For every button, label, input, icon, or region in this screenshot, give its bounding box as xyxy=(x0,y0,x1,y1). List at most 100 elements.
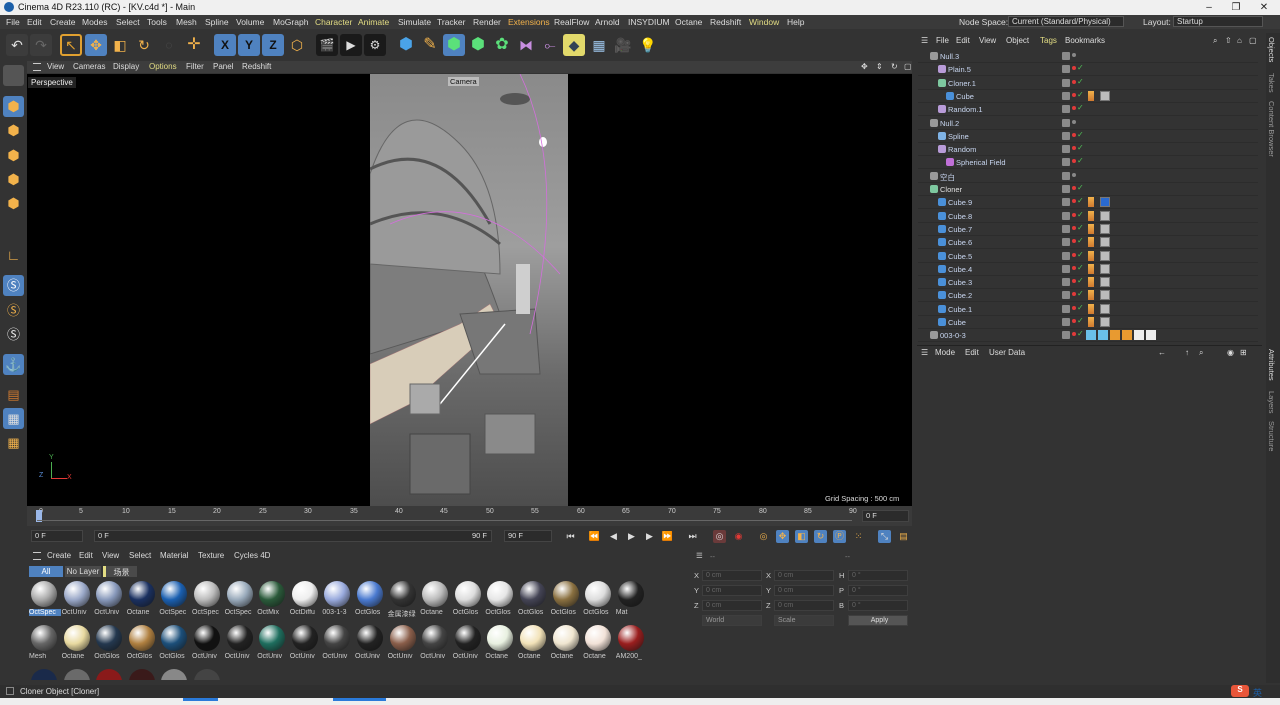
go-to-end-icon[interactable]: ⏭ xyxy=(686,530,699,543)
layer-toggle-icon[interactable] xyxy=(1062,131,1070,140)
visibility-dot-icon[interactable] xyxy=(1072,319,1076,323)
layer-toggle-icon[interactable] xyxy=(1062,304,1070,313)
obj-menu-file[interactable]: File xyxy=(936,36,949,45)
object-row[interactable]: Cube.2 ✓ xyxy=(918,289,1258,303)
material-swatch[interactable]: OctUniv xyxy=(453,624,483,666)
x-axis-lock-icon[interactable]: X xyxy=(214,34,236,56)
snap-settings-icon[interactable]: Ⓢ xyxy=(3,300,24,321)
mat-menu-edit[interactable]: Edit xyxy=(79,551,93,560)
filter-scene-tab[interactable]: 场景 xyxy=(103,566,137,577)
vp-move-icon[interactable]: ✥ xyxy=(861,62,868,71)
enabled-check-icon[interactable]: ✓ xyxy=(1077,90,1084,99)
material-swatch-partial[interactable] xyxy=(192,668,222,680)
preview-range-field[interactable]: 0 F xyxy=(94,530,492,542)
mat-menu-texture[interactable]: Texture xyxy=(198,551,224,560)
object-row[interactable]: 空白 xyxy=(918,170,1258,183)
attr-menu-mode[interactable]: Mode xyxy=(935,348,955,357)
close-icon[interactable]: ✕ xyxy=(1250,0,1278,15)
phong-tag-icon[interactable] xyxy=(1088,303,1094,314)
visibility-dot-icon[interactable] xyxy=(1072,305,1076,310)
object-row[interactable]: Null.2 xyxy=(918,117,1258,130)
layer-toggle-icon[interactable] xyxy=(1062,78,1070,87)
coords-hamburger-icon[interactable]: ☰ xyxy=(696,551,703,560)
visibility-dot-icon[interactable] xyxy=(1072,66,1076,71)
visibility-dot-icon[interactable] xyxy=(1072,119,1076,124)
side-tab-objects[interactable]: Objects xyxy=(1267,37,1276,62)
object-row[interactable]: Random.1 ✓ xyxy=(918,103,1258,117)
material-swatch[interactable]: Mesh xyxy=(29,624,59,666)
menu-tools[interactable]: Tools xyxy=(147,17,167,27)
enabled-check-icon[interactable]: ✓ xyxy=(1077,263,1084,272)
menu-modes[interactable]: Modes xyxy=(82,17,108,27)
layer-toggle-icon[interactable] xyxy=(1062,185,1070,193)
attr-lock-icon[interactable]: ◉ xyxy=(1227,348,1234,357)
motion-path-icon[interactable]: ⤡ xyxy=(878,530,891,543)
menu-edit[interactable]: Edit xyxy=(27,17,42,27)
object-row[interactable]: Cube.8 ✓ xyxy=(918,210,1258,223)
material-tag-icon[interactable] xyxy=(1100,237,1110,248)
live-select-icon[interactable]: ↖ xyxy=(60,34,82,56)
material-swatch[interactable]: OctMix xyxy=(257,580,287,622)
filter-no-layer-tab[interactable]: No Layer xyxy=(65,566,101,577)
scale-icon[interactable]: ◧ xyxy=(109,34,131,56)
layer-toggle-icon[interactable] xyxy=(1062,211,1070,220)
material-tag-icon[interactable] xyxy=(1100,277,1110,288)
enabled-check-icon[interactable]: ✓ xyxy=(1077,210,1084,219)
obj-menu-object[interactable]: Object xyxy=(1006,36,1029,45)
visibility-dot-icon[interactable] xyxy=(1072,79,1076,84)
transform-icon[interactable]: ◌ xyxy=(158,34,180,56)
obj-menu-view[interactable]: View xyxy=(979,36,996,45)
visibility-dot-icon[interactable] xyxy=(1072,159,1076,164)
polygons-mode-icon[interactable]: ⬢ xyxy=(3,193,24,214)
vp-menu-panel[interactable]: Panel xyxy=(213,62,233,71)
rot-b-field[interactable]: 0 ° xyxy=(848,600,908,611)
object-row[interactable]: Plain.5 ✓ xyxy=(918,63,1258,77)
scene-render[interactable] xyxy=(370,74,568,506)
vp-menu-options[interactable]: Options xyxy=(149,62,177,71)
enabled-check-icon[interactable]: ✓ xyxy=(1077,289,1084,298)
render-view-icon[interactable]: 🎬 xyxy=(316,34,338,56)
obj-menu-bookmarks[interactable]: Bookmarks xyxy=(1065,36,1105,45)
visibility-dot-icon[interactable] xyxy=(1072,252,1076,257)
menu-volume[interactable]: Volume xyxy=(236,17,264,27)
visibility-dot-icon[interactable] xyxy=(1072,132,1076,137)
material-swatch[interactable]: OctGlos xyxy=(127,624,157,666)
material-tag-icon[interactable] xyxy=(1100,210,1110,221)
side-tab-takes[interactable]: Takes xyxy=(1267,73,1276,93)
enabled-check-icon[interactable]: ✓ xyxy=(1077,236,1084,245)
axis-mode-icon[interactable]: ∟ xyxy=(3,245,24,266)
next-frame-icon[interactable]: ▶ xyxy=(643,530,656,543)
apply-button[interactable]: Apply xyxy=(848,615,908,626)
layer-toggle-icon[interactable] xyxy=(1062,198,1070,207)
key-position-icon[interactable]: ✥ xyxy=(776,530,789,543)
material-swatch[interactable]: OctUniv xyxy=(322,624,352,666)
menu-arnold[interactable]: Arnold xyxy=(595,17,620,27)
layer-toggle-icon[interactable] xyxy=(1062,118,1070,127)
material-swatch[interactable]: OctUniv xyxy=(420,624,450,666)
vp-menu-display[interactable]: Display xyxy=(113,62,139,71)
layer-toggle-icon[interactable] xyxy=(1062,278,1070,287)
object-row[interactable]: Spherical Field ✓ xyxy=(918,156,1258,170)
y-axis-lock-icon[interactable]: Y xyxy=(238,34,260,56)
material-swatch[interactable]: Octane xyxy=(485,624,515,666)
mat-menu-cycles4d[interactable]: Cycles 4D xyxy=(234,551,270,560)
side-tab-layers[interactable]: Layers xyxy=(1267,391,1276,414)
phong-tag-icon[interactable] xyxy=(1088,250,1094,261)
attr-up-icon[interactable]: ↑ xyxy=(1185,348,1189,357)
phong-tag-icon[interactable] xyxy=(1088,197,1094,208)
object-row[interactable]: Cube.6 ✓ xyxy=(918,236,1258,250)
material-swatch[interactable]: OctUniv xyxy=(388,624,418,666)
field-icon[interactable]: ⟜ xyxy=(539,34,561,56)
menu-realflow[interactable]: RealFlow xyxy=(554,17,589,27)
object-row[interactable]: Cube.5 ✓ xyxy=(918,250,1258,263)
menu-mograph[interactable]: MoGraph xyxy=(273,17,308,27)
current-frame-field[interactable]: 0 F xyxy=(862,510,909,522)
attr-menu-edit[interactable]: Edit xyxy=(965,348,979,357)
material-tag-icon[interactable] xyxy=(1100,197,1110,208)
object-row[interactable]: Null.3 xyxy=(918,50,1258,63)
material-tag-icon[interactable] xyxy=(1100,303,1110,314)
snap-icon[interactable]: Ⓢ xyxy=(3,275,24,296)
obj-menu-edit[interactable]: Edit xyxy=(956,36,970,45)
material-swatch[interactable]: AM200_ xyxy=(616,624,646,666)
material-swatch[interactable]: OctDiffu xyxy=(290,580,320,622)
